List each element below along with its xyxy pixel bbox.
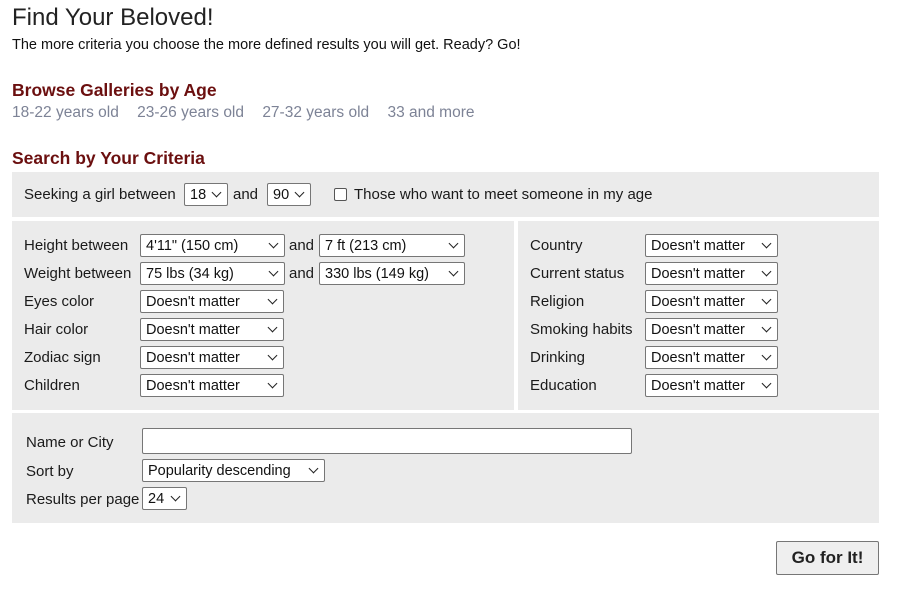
eyes-color-label: Eyes color [24, 293, 95, 310]
hair-color-select[interactable]: Doesn't matter [140, 318, 284, 341]
physical-criteria-panel: Height between 4'11" (150 cm) and 7 ft (… [12, 221, 514, 410]
age-link-27-32[interactable]: 27-32 years old [262, 104, 369, 121]
children-select[interactable]: Doesn't matter [140, 374, 284, 397]
sort-by-label: Sort by [26, 463, 74, 480]
eyes-color-select[interactable]: Doesn't matter [140, 290, 284, 313]
smoking-habits-label: Smoking habits [530, 321, 633, 338]
max-age-select[interactable]: 90 [267, 183, 311, 206]
height-from-select[interactable]: 4'11" (150 cm) [140, 234, 285, 257]
age-link-33-plus[interactable]: 33 and more [387, 104, 474, 121]
height-and-label: and [289, 237, 315, 254]
browse-heading: Browse Galleries by Age [12, 80, 217, 100]
drinking-select[interactable]: Doesn't matter [645, 346, 778, 369]
height-label: Height between [24, 237, 129, 254]
seeking-label: Seeking a girl between [24, 186, 176, 203]
country-label: Country [530, 237, 583, 254]
go-for-it-button[interactable]: Go for It! [776, 541, 879, 575]
seeking-panel: Seeking a girl between 18 and 90 Those w… [12, 172, 879, 217]
current-status-select[interactable]: Doesn't matter [645, 262, 778, 285]
same-age-checkbox[interactable] [334, 188, 347, 201]
sort-by-select[interactable]: Popularity descending [142, 459, 325, 482]
age-link-18-22[interactable]: 18-22 years old [12, 104, 119, 121]
search-options-panel: Name or City Sort by Popularity descendi… [12, 413, 879, 523]
weight-to-select[interactable]: 330 lbs (149 kg) [319, 262, 465, 285]
results-per-page-select[interactable]: 24 [142, 487, 187, 510]
weight-from-select[interactable]: 75 lbs (34 kg) [140, 262, 285, 285]
criteria-heading: Search by Your Criteria [12, 148, 205, 168]
seeking-and-label: and [233, 186, 259, 203]
results-per-page-label: Results per page [26, 491, 140, 508]
min-age-select[interactable]: 18 [184, 183, 228, 206]
age-links: 18-22 years old 23-26 years old 27-32 ye… [12, 104, 489, 122]
education-select[interactable]: Doesn't matter [645, 374, 778, 397]
country-select[interactable]: Doesn't matter [645, 234, 778, 257]
same-age-label[interactable]: Those who want to meet someone in my age [354, 186, 653, 203]
children-label: Children [24, 377, 80, 394]
height-to-select[interactable]: 7 ft (213 cm) [319, 234, 465, 257]
current-status-label: Current status [530, 265, 625, 282]
religion-select[interactable]: Doesn't matter [645, 290, 778, 313]
zodiac-sign-label: Zodiac sign [24, 349, 101, 366]
drinking-label: Drinking [530, 349, 586, 366]
education-label: Education [530, 377, 597, 394]
background-criteria-panel: Country Doesn't matter Current status Do… [518, 221, 879, 410]
hair-color-label: Hair color [24, 321, 89, 338]
weight-label: Weight between [24, 265, 132, 282]
age-link-23-26[interactable]: 23-26 years old [137, 104, 244, 121]
religion-label: Religion [530, 293, 585, 310]
name-city-label: Name or City [26, 434, 114, 451]
name-city-input[interactable] [142, 428, 632, 454]
page-subtitle: The more criteria you choose the more de… [12, 37, 521, 53]
smoking-habits-select[interactable]: Doesn't matter [645, 318, 778, 341]
weight-and-label: and [289, 265, 315, 282]
zodiac-sign-select[interactable]: Doesn't matter [140, 346, 284, 369]
page-title: Find Your Beloved! [12, 4, 214, 31]
